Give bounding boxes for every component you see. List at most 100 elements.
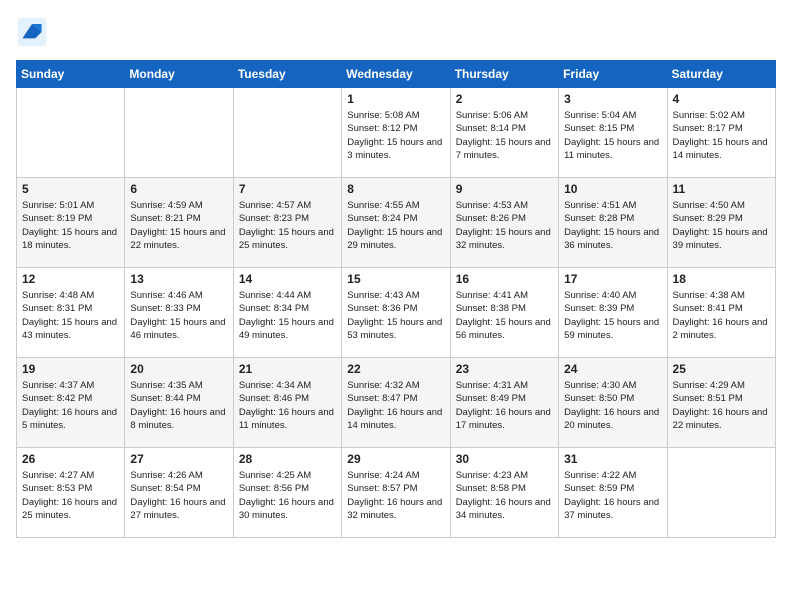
day-info: Sunrise: 4:50 AM Sunset: 8:29 PM Dayligh… [673,199,770,252]
day-number: 29 [347,452,444,466]
col-header-sunday: Sunday [17,61,125,88]
calendar-cell: 27 Sunrise: 4:26 AM Sunset: 8:54 PM Dayli… [125,448,233,538]
day-number: 24 [564,362,661,376]
day-number: 25 [673,362,770,376]
header-row: SundayMondayTuesdayWednesdayThursdayFrid… [17,61,776,88]
day-number: 9 [456,182,553,196]
calendar-week-1: 1 Sunrise: 5:08 AM Sunset: 8:12 PM Daylig… [17,88,776,178]
day-info: Sunrise: 5:06 AM Sunset: 8:14 PM Dayligh… [456,109,553,162]
calendar-cell: 26 Sunrise: 4:27 AM Sunset: 8:53 PM Dayli… [17,448,125,538]
logo [16,16,52,48]
day-info: Sunrise: 4:51 AM Sunset: 8:28 PM Dayligh… [564,199,661,252]
calendar-cell [233,88,341,178]
day-info: Sunrise: 5:02 AM Sunset: 8:17 PM Dayligh… [673,109,770,162]
calendar-week-4: 19Sunrise: 4:37 AM Sunset: 8:42 PM Dayli… [17,358,776,448]
day-number: 17 [564,272,661,286]
calendar-cell: 16 Sunrise: 4:41 AM Sunset: 8:38 PM Dayli… [450,268,558,358]
day-number: 8 [347,182,444,196]
calendar-cell: 7 Sunrise: 4:57 AM Sunset: 8:23 PM Daylig… [233,178,341,268]
day-number: 18 [673,272,770,286]
calendar-cell: 21 Sunrise: 4:34 AM Sunset: 8:46 PM Dayli… [233,358,341,448]
day-info: Sunrise: 4:37 AM Sunset: 8:42 PM Dayligh… [22,379,119,432]
day-number: 20 [130,362,227,376]
calendar-cell: 6 Sunrise: 4:59 AM Sunset: 8:21 PM Daylig… [125,178,233,268]
day-number: 12 [22,272,119,286]
day-info: Sunrise: 4:38 AM Sunset: 8:41 PM Dayligh… [673,289,770,342]
day-info: Sunrise: 5:01 AM Sunset: 8:19 PM Dayligh… [22,199,119,252]
page-header [16,16,776,48]
day-number: 10 [564,182,661,196]
day-info: Sunrise: 4:22 AM Sunset: 8:59 PM Dayligh… [564,469,661,522]
day-number: 7 [239,182,336,196]
day-info: Sunrise: 4:25 AM Sunset: 8:56 PM Dayligh… [239,469,336,522]
day-number: 27 [130,452,227,466]
col-header-wednesday: Wednesday [342,61,450,88]
col-header-thursday: Thursday [450,61,558,88]
day-info: Sunrise: 4:30 AM Sunset: 8:50 PM Dayligh… [564,379,661,432]
day-info: Sunrise: 5:08 AM Sunset: 8:12 PM Dayligh… [347,109,444,162]
day-number: 4 [673,92,770,106]
day-number: 3 [564,92,661,106]
day-info: Sunrise: 4:57 AM Sunset: 8:23 PM Dayligh… [239,199,336,252]
col-header-saturday: Saturday [667,61,775,88]
day-info: Sunrise: 4:34 AM Sunset: 8:46 PM Dayligh… [239,379,336,432]
calendar-cell: 11 Sunrise: 4:50 AM Sunset: 8:29 PM Dayli… [667,178,775,268]
day-number: 16 [456,272,553,286]
calendar-cell: 25 Sunrise: 4:29 AM Sunset: 8:51 PM Dayli… [667,358,775,448]
day-info: Sunrise: 4:41 AM Sunset: 8:38 PM Dayligh… [456,289,553,342]
calendar-cell: 22Sunrise: 4:32 AM Sunset: 8:47 PM Dayli… [342,358,450,448]
day-info: Sunrise: 4:48 AM Sunset: 8:31 PM Dayligh… [22,289,119,342]
day-info: Sunrise: 4:59 AM Sunset: 8:21 PM Dayligh… [130,199,227,252]
day-number: 13 [130,272,227,286]
calendar-cell: 12 Sunrise: 4:48 AM Sunset: 8:31 PM Dayli… [17,268,125,358]
day-info: Sunrise: 4:43 AM Sunset: 8:36 PM Dayligh… [347,289,444,342]
day-number: 11 [673,182,770,196]
calendar-cell: 24 Sunrise: 4:30 AM Sunset: 8:50 PM Dayli… [559,358,667,448]
calendar-cell: 13Sunrise: 4:46 AM Sunset: 8:33 PM Dayli… [125,268,233,358]
calendar-cell: 9 Sunrise: 4:53 AM Sunset: 8:26 PM Daylig… [450,178,558,268]
calendar-week-2: 5 Sunrise: 5:01 AM Sunset: 8:19 PM Daylig… [17,178,776,268]
day-info: Sunrise: 4:29 AM Sunset: 8:51 PM Dayligh… [673,379,770,432]
calendar-week-5: 26 Sunrise: 4:27 AM Sunset: 8:53 PM Dayli… [17,448,776,538]
calendar-table: SundayMondayTuesdayWednesdayThursdayFrid… [16,60,776,538]
day-number: 15 [347,272,444,286]
col-header-monday: Monday [125,61,233,88]
calendar-cell: 5 Sunrise: 5:01 AM Sunset: 8:19 PM Daylig… [17,178,125,268]
day-number: 26 [22,452,119,466]
calendar-cell: 2 Sunrise: 5:06 AM Sunset: 8:14 PM Daylig… [450,88,558,178]
day-number: 21 [239,362,336,376]
calendar-cell [17,88,125,178]
day-number: 30 [456,452,553,466]
day-info: Sunrise: 5:04 AM Sunset: 8:15 PM Dayligh… [564,109,661,162]
day-info: Sunrise: 4:35 AM Sunset: 8:44 PM Dayligh… [130,379,227,432]
calendar-cell: 23Sunrise: 4:31 AM Sunset: 8:49 PM Dayli… [450,358,558,448]
calendar-cell: 14 Sunrise: 4:44 AM Sunset: 8:34 PM Dayli… [233,268,341,358]
calendar-cell: 18 Sunrise: 4:38 AM Sunset: 8:41 PM Dayli… [667,268,775,358]
day-number: 2 [456,92,553,106]
day-info: Sunrise: 4:31 AM Sunset: 8:49 PM Dayligh… [456,379,553,432]
day-info: Sunrise: 4:24 AM Sunset: 8:57 PM Dayligh… [347,469,444,522]
logo-icon [16,16,48,48]
day-number: 22 [347,362,444,376]
calendar-cell: 19Sunrise: 4:37 AM Sunset: 8:42 PM Dayli… [17,358,125,448]
calendar-cell: 17 Sunrise: 4:40 AM Sunset: 8:39 PM Dayli… [559,268,667,358]
calendar-cell: 8Sunrise: 4:55 AM Sunset: 8:24 PM Daylig… [342,178,450,268]
calendar-week-3: 12 Sunrise: 4:48 AM Sunset: 8:31 PM Dayli… [17,268,776,358]
col-header-friday: Friday [559,61,667,88]
calendar-cell: 28Sunrise: 4:25 AM Sunset: 8:56 PM Dayli… [233,448,341,538]
calendar-cell: 20 Sunrise: 4:35 AM Sunset: 8:44 PM Dayli… [125,358,233,448]
day-number: 14 [239,272,336,286]
day-info: Sunrise: 4:40 AM Sunset: 8:39 PM Dayligh… [564,289,661,342]
day-info: Sunrise: 4:44 AM Sunset: 8:34 PM Dayligh… [239,289,336,342]
day-info: Sunrise: 4:53 AM Sunset: 8:26 PM Dayligh… [456,199,553,252]
calendar-cell [667,448,775,538]
calendar-cell: 31Sunrise: 4:22 AM Sunset: 8:59 PM Dayli… [559,448,667,538]
calendar-cell [125,88,233,178]
day-number: 5 [22,182,119,196]
calendar-cell: 10 Sunrise: 4:51 AM Sunset: 8:28 PM Dayli… [559,178,667,268]
day-number: 6 [130,182,227,196]
day-info: Sunrise: 4:26 AM Sunset: 8:54 PM Dayligh… [130,469,227,522]
day-info: Sunrise: 4:23 AM Sunset: 8:58 PM Dayligh… [456,469,553,522]
day-info: Sunrise: 4:27 AM Sunset: 8:53 PM Dayligh… [22,469,119,522]
day-number: 1 [347,92,444,106]
